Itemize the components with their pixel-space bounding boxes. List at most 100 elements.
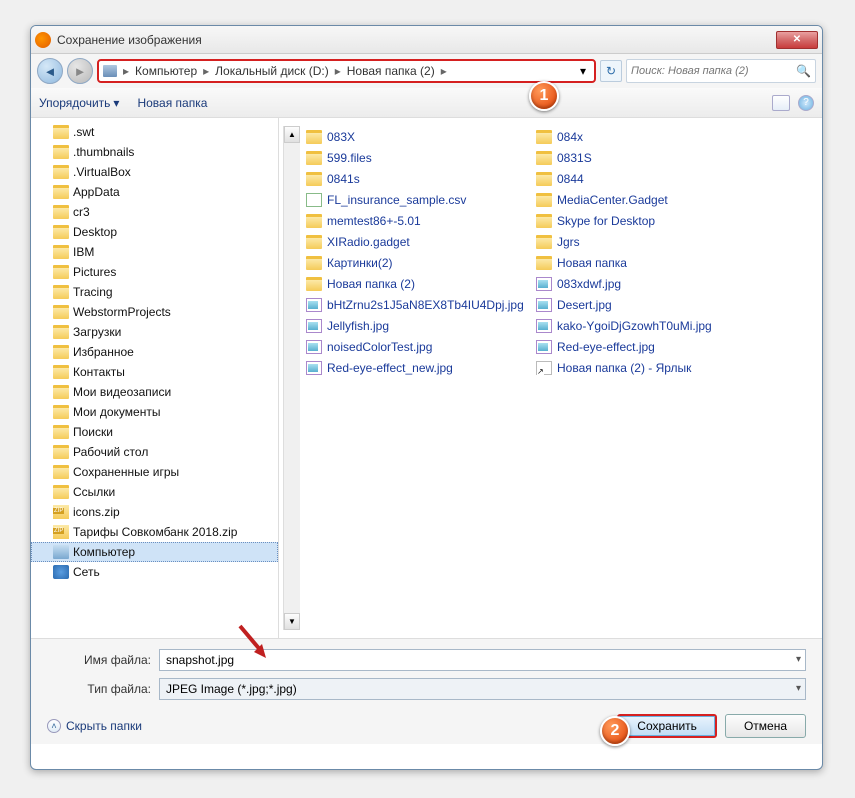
- file-item[interactable]: 0844: [530, 168, 760, 189]
- file-item[interactable]: noisedColorTest.jpg: [300, 336, 530, 357]
- file-item[interactable]: Jgrs: [530, 231, 760, 252]
- tree-item[interactable]: WebstormProjects: [31, 302, 278, 322]
- nav-forward-button[interactable]: ►: [67, 58, 93, 84]
- img-icon: [306, 298, 322, 312]
- file-item[interactable]: 0841s: [300, 168, 530, 189]
- tree-item-label: Загрузки: [73, 325, 121, 339]
- file-item[interactable]: 599.files: [300, 147, 530, 168]
- tree-item[interactable]: .swt: [31, 122, 278, 142]
- view-mode-button[interactable]: [772, 95, 790, 111]
- tree-item[interactable]: Компьютер: [31, 542, 278, 562]
- chevron-down-icon[interactable]: ▾: [796, 683, 801, 694]
- search-icon: 🔍: [796, 64, 811, 78]
- tree-item[interactable]: Мои документы: [31, 402, 278, 422]
- scroll-up-button[interactable]: ▲: [284, 126, 300, 143]
- tree-item-label: cr3: [73, 205, 90, 219]
- tree-item[interactable]: Поиски: [31, 422, 278, 442]
- file-item[interactable]: MediaCenter.Gadget: [530, 189, 760, 210]
- file-item[interactable]: 0831S: [530, 147, 760, 168]
- tree-item[interactable]: .thumbnails: [31, 142, 278, 162]
- close-icon: ✕: [793, 34, 801, 45]
- folder-icon: [536, 151, 552, 165]
- file-item-label: kako-YgoiDjGzowhT0uMi.jpg: [557, 319, 712, 333]
- filetype-combo[interactable]: JPEG Image (*.jpg;*.jpg) ▾: [159, 678, 806, 700]
- tree-item[interactable]: Мои видеозаписи: [31, 382, 278, 402]
- crumb-drive[interactable]: Локальный диск (D:): [211, 64, 333, 78]
- chevron-up-icon: ˄: [47, 719, 61, 733]
- scrollbar-track[interactable]: [284, 143, 300, 613]
- refresh-button[interactable]: ↻: [600, 60, 622, 82]
- tree-item[interactable]: Tracing: [31, 282, 278, 302]
- search-input[interactable]: [631, 65, 792, 77]
- folder-icon: [536, 172, 552, 186]
- crumb-folder[interactable]: Новая папка (2): [343, 64, 439, 78]
- search-box[interactable]: 🔍: [626, 59, 816, 83]
- file-item[interactable]: Skype for Desktop: [530, 210, 760, 231]
- tree-item[interactable]: AppData: [31, 182, 278, 202]
- filename-field[interactable]: ▾: [159, 649, 806, 671]
- tree-item-label: .thumbnails: [73, 145, 134, 159]
- tree-item[interactable]: Сеть: [31, 562, 278, 582]
- tree-item[interactable]: IBM: [31, 242, 278, 262]
- organize-button[interactable]: Упорядочить ▾: [39, 96, 119, 110]
- file-item[interactable]: FL_insurance_sample.csv: [300, 189, 530, 210]
- file-item[interactable]: 083xdwf.jpg: [530, 273, 760, 294]
- tree-item[interactable]: Сохраненные игры: [31, 462, 278, 482]
- tree-item[interactable]: Тарифы Совкомбанк 2018.zip: [31, 522, 278, 542]
- tree-item-label: Тарифы Совкомбанк 2018.zip: [73, 525, 237, 539]
- new-folder-button[interactable]: Новая папка: [137, 96, 207, 110]
- file-item[interactable]: Red-eye-effect.jpg: [530, 336, 760, 357]
- filename-input[interactable]: [166, 653, 799, 667]
- file-item[interactable]: bHtZrnu2s1J5aN8EX8Tb4IU4Dpj.jpg: [300, 294, 530, 315]
- file-item[interactable]: Jellyfish.jpg: [300, 315, 530, 336]
- hide-folders-button[interactable]: ˄ Скрыть папки: [47, 719, 142, 733]
- crumb-computer[interactable]: Компьютер: [131, 64, 201, 78]
- nav-back-button[interactable]: ◄: [37, 58, 63, 84]
- file-item[interactable]: 083X: [300, 126, 530, 147]
- computer-icon: [103, 65, 117, 77]
- tree-item[interactable]: Pictures: [31, 262, 278, 282]
- file-item[interactable]: 084x: [530, 126, 760, 147]
- file-item[interactable]: Новая папка: [530, 252, 760, 273]
- file-item[interactable]: Новая папка (2): [300, 273, 530, 294]
- tree-item[interactable]: icons.zip: [31, 502, 278, 522]
- scroll-down-button[interactable]: ▼: [284, 613, 300, 630]
- tree-item[interactable]: Избранное: [31, 342, 278, 362]
- cancel-button[interactable]: Отмена: [725, 714, 806, 738]
- folder-icon: [536, 130, 552, 144]
- save-button[interactable]: Сохранить: [617, 714, 717, 738]
- tree-item[interactable]: Ссылки: [31, 482, 278, 502]
- folder-icon: [306, 172, 322, 186]
- address-dropdown[interactable]: ▾: [576, 64, 590, 78]
- titlebar[interactable]: Сохранение изображения ✕: [31, 26, 822, 54]
- save-dialog-window: Сохранение изображения ✕ ◄ ► ▸ Компьютер…: [30, 25, 823, 770]
- folder-icon: [53, 325, 69, 339]
- file-item[interactable]: Картинки(2): [300, 252, 530, 273]
- tree-item[interactable]: Контакты: [31, 362, 278, 382]
- tree-item-label: icons.zip: [73, 505, 120, 519]
- file-item[interactable]: Red-eye-effect_new.jpg: [300, 357, 530, 378]
- tree-item[interactable]: cr3: [31, 202, 278, 222]
- help-button[interactable]: ?: [798, 95, 814, 111]
- folder-icon: [536, 214, 552, 228]
- file-item[interactable]: Desert.jpg: [530, 294, 760, 315]
- file-list[interactable]: ▲ ▼ 083X599.files0841sFL_insurance_sampl…: [279, 118, 822, 638]
- close-button[interactable]: ✕: [776, 31, 818, 49]
- tree-item[interactable]: .VirtualBox: [31, 162, 278, 182]
- tree-item[interactable]: Desktop: [31, 222, 278, 242]
- folder-tree[interactable]: .swt .thumbnails .VirtualBoxAppData cr3 Desk…: [31, 118, 279, 638]
- folder-icon: [53, 225, 69, 239]
- chevron-down-icon[interactable]: ▾: [796, 654, 801, 665]
- file-item[interactable]: kako-YgoiDjGzowhT0uMi.jpg: [530, 315, 760, 336]
- chevron-right-icon: ▸: [121, 64, 131, 78]
- file-item[interactable]: XIRadio.gadget: [300, 231, 530, 252]
- tree-item-label: .swt: [73, 125, 94, 139]
- file-item[interactable]: Новая папка (2) - Ярлык: [530, 357, 760, 378]
- img-icon: [536, 298, 552, 312]
- tree-item[interactable]: Загрузки: [31, 322, 278, 342]
- file-item[interactable]: memtest86+-5.01: [300, 210, 530, 231]
- pc-icon: [53, 545, 69, 559]
- folder-icon: [53, 125, 69, 139]
- tree-item[interactable]: Рабочий стол: [31, 442, 278, 462]
- breadcrumb-address[interactable]: ▸ Компьютер ▸ Локальный диск (D:) ▸ Нова…: [97, 59, 596, 83]
